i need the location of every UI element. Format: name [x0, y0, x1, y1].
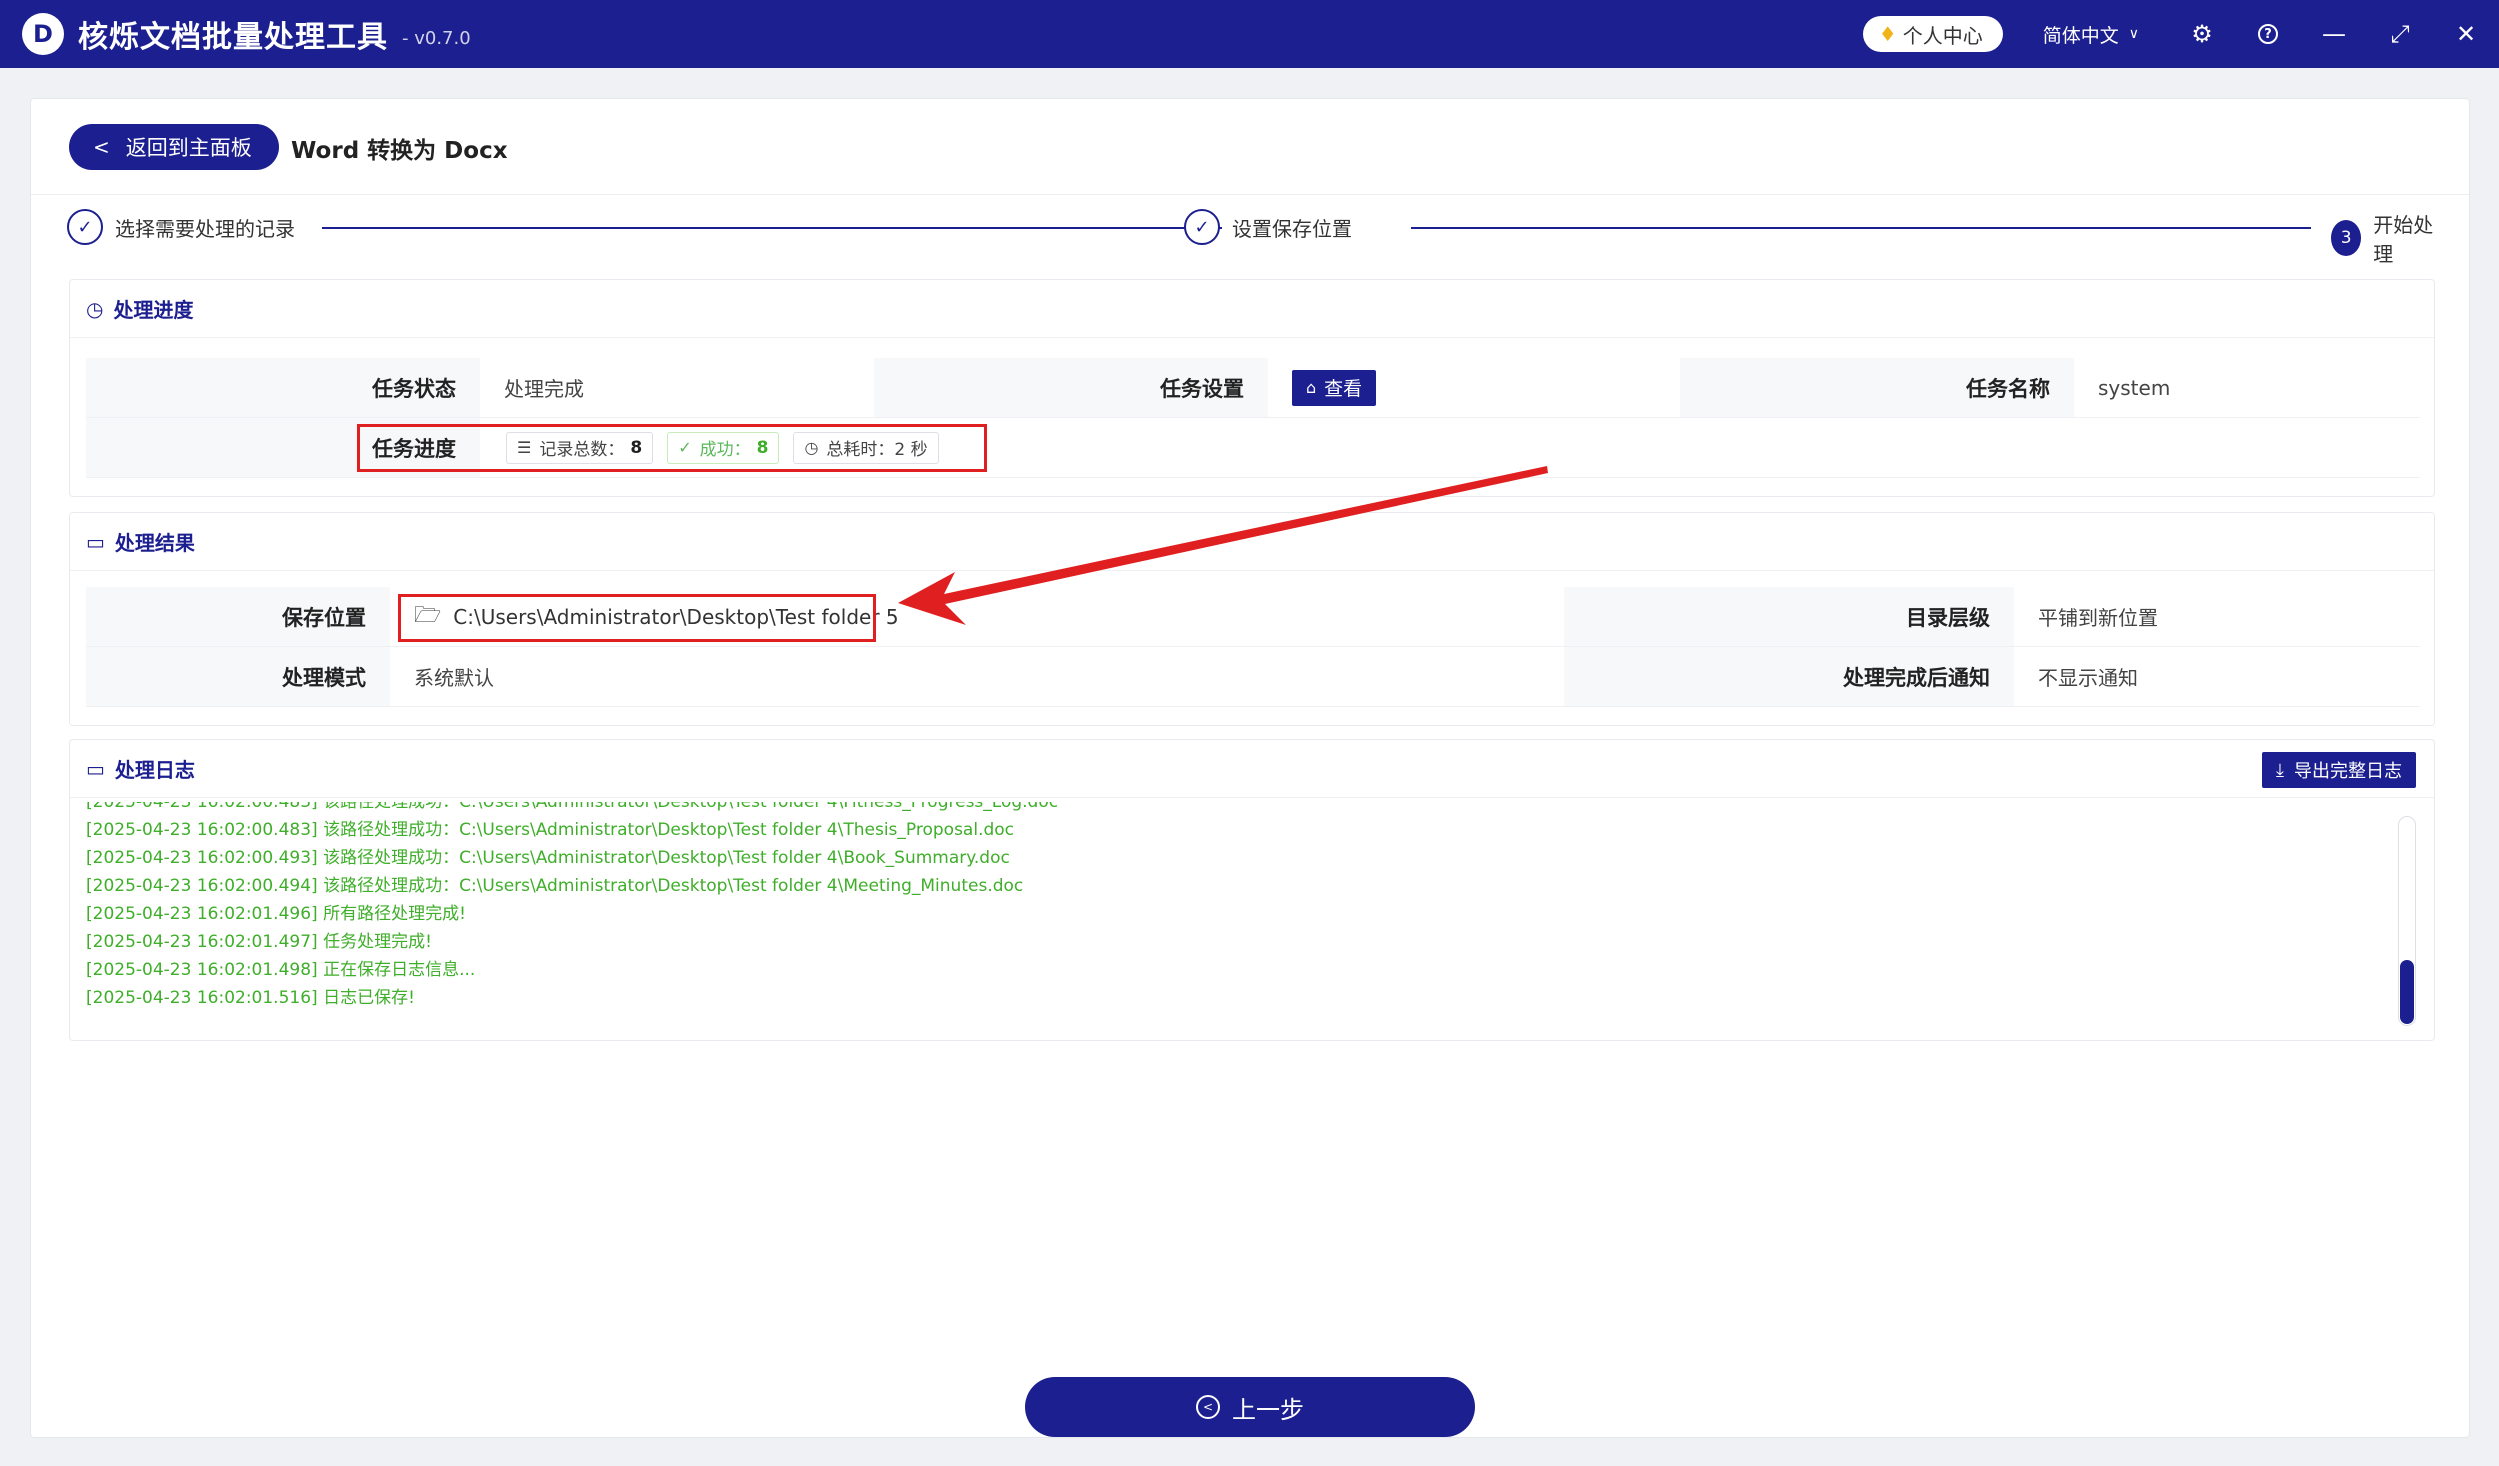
highlight-box: [398, 594, 876, 642]
user-center-button[interactable]: ♦ 个人中心: [1862, 16, 2003, 52]
notify-label: 处理完成后通知: [1564, 647, 2014, 706]
app-version: - v0.7.0: [402, 27, 471, 49]
step-start-processing: 3 开始处理: [2331, 209, 2439, 267]
dir-level-value: 平铺到新位置: [2038, 606, 2158, 630]
chevron-left-icon: <: [1196, 1395, 1220, 1419]
language-select[interactable]: 简体中文 ∨: [2043, 21, 2139, 48]
step-select-records: ✓ 选择需要处理的记录: [67, 209, 295, 245]
divider: [31, 194, 2469, 195]
main-panel: < 返回到主面板 Word 转换为 Docx ✓ 选择需要处理的记录 ✓ 设置保…: [30, 98, 2470, 1438]
process-mode-label: 处理模式: [86, 647, 390, 706]
notify-value: 不显示通知: [2038, 666, 2138, 690]
log-section: ▭ 处理日志 ⤓ 导出完整日志 [2025-04-23 16:02:00.483…: [69, 739, 2435, 1041]
log-content[interactable]: [2025-04-23 16:02:00.483] 该路径处理成功：C:\Use…: [86, 802, 2396, 1027]
page-title: Word 转换为 Docx: [291, 138, 508, 164]
task-settings-value: ⌂ 查看: [1268, 358, 1680, 417]
monitor-icon: ▭: [86, 529, 105, 554]
task-settings-label: 任务设置: [874, 358, 1268, 417]
task-status-value: 处理完成: [504, 377, 584, 401]
process-mode-value: 系统默认: [414, 666, 494, 690]
log-line: [2025-04-23 16:02:00.494] 该路径处理成功：C:\Use…: [86, 876, 1024, 896]
export-log-button[interactable]: ⤓ 导出完整日志: [2262, 752, 2416, 788]
result-section-header: ▭ 处理结果: [70, 513, 2434, 571]
step-number: 3: [2331, 220, 2362, 256]
highlight-box: [357, 424, 987, 472]
diamond-icon: ♦: [1878, 22, 1897, 46]
maximize-icon[interactable]: ⤢: [2367, 0, 2433, 68]
close-icon[interactable]: ✕: [2433, 0, 2499, 68]
download-icon: ⤓: [2276, 759, 2284, 781]
log-section-header: ▭ 处理日志: [70, 740, 2434, 798]
log-line: [2025-04-23 16:02:01.496] 所有路径处理完成!: [86, 904, 466, 924]
app-title: 核烁文档批量处理工具: [78, 20, 388, 55]
dir-level-label: 目录层级: [1564, 587, 2014, 646]
log-line: [2025-04-23 16:02:00.483] 该路径处理成功：C:\Use…: [86, 820, 1015, 840]
help-icon[interactable]: ?: [2235, 0, 2301, 68]
check-icon: ✓: [67, 209, 103, 245]
task-name-value: system: [2098, 375, 2171, 400]
progress-section-header: ◷ 处理进度: [70, 280, 2434, 338]
step-connector: [322, 227, 1222, 229]
back-to-dashboard-button[interactable]: < 返回到主面板: [69, 124, 279, 170]
minimize-icon[interactable]: —: [2301, 0, 2367, 68]
previous-step-button[interactable]: < 上一步: [1025, 1377, 1475, 1437]
log-line: [2025-04-23 16:02:01.498] 正在保存日志信息...: [86, 960, 476, 980]
log-line: [2025-04-23 16:02:01.497] 任务处理完成!: [86, 932, 432, 952]
bell-icon: ⌂: [1306, 378, 1317, 397]
log-line: [2025-04-23 16:02:01.516] 日志已保存!: [86, 988, 415, 1008]
save-location-label: 保存位置: [86, 587, 390, 646]
step-save-location: ✓ 设置保存位置: [1184, 209, 1352, 245]
clock-icon: ◷: [86, 296, 104, 321]
chevron-down-icon: ∨: [2128, 26, 2139, 42]
log-line: [2025-04-23 16:02:00.493] 该路径处理成功：C:\Use…: [86, 848, 1010, 868]
task-name-label: 任务名称: [1680, 358, 2074, 417]
log-line: [2025-04-23 16:02:00.483] 该路径处理成功：C:\Use…: [86, 802, 1059, 812]
log-scrollbar[interactable]: [2398, 816, 2416, 1026]
chevron-left-icon: <: [93, 135, 110, 159]
task-status-label: 任务状态: [86, 358, 480, 417]
scrollbar-thumb[interactable]: [2400, 960, 2414, 1024]
app-logo-icon: D: [22, 13, 64, 55]
monitor-icon: ▭: [86, 756, 105, 781]
step-connector: [1411, 227, 2311, 229]
view-settings-button[interactable]: ⌂ 查看: [1292, 369, 1377, 406]
step-indicator: ✓ 选择需要处理的记录 ✓ 设置保存位置 3 开始处理: [67, 209, 2439, 266]
settings-gear-icon[interactable]: ⚙: [2169, 0, 2235, 68]
title-bar: D 核烁文档批量处理工具 - v0.7.0 ♦ 个人中心 简体中文 ∨ ⚙ ? …: [0, 0, 2499, 68]
check-icon: ✓: [1184, 209, 1220, 245]
